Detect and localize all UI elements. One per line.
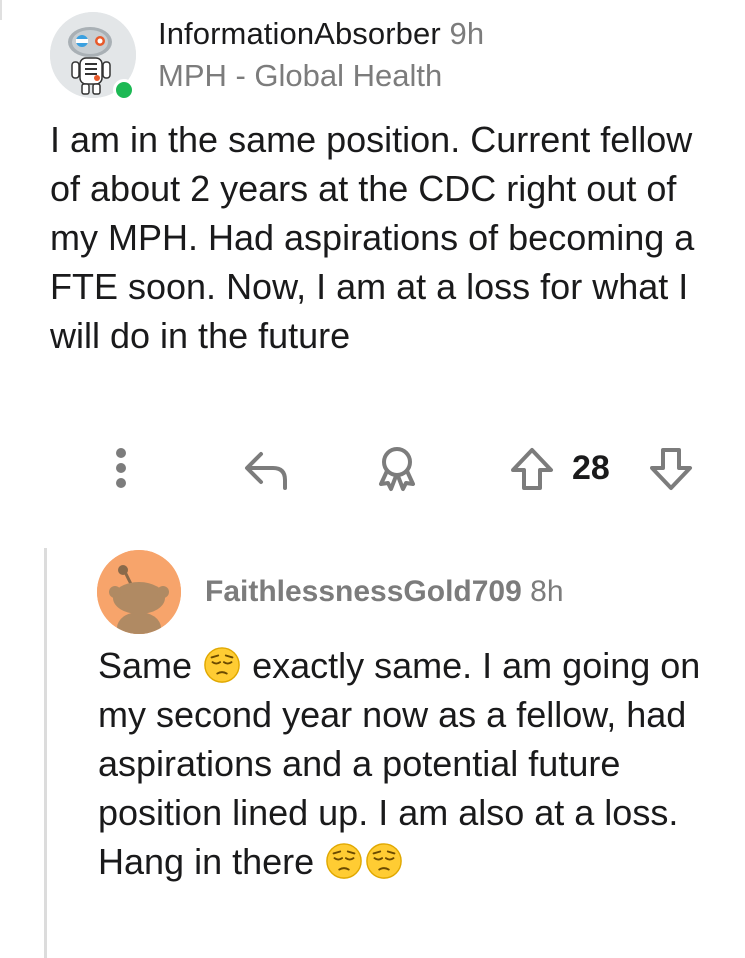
upvote-button[interactable] bbox=[507, 446, 557, 492]
comment-body: I am in the same position. Current fello… bbox=[50, 119, 695, 356]
comment-author-line: InformationAbsorber 9h bbox=[158, 16, 484, 52]
comment-time: 9h bbox=[449, 16, 485, 51]
comment-author[interactable]: InformationAbsorber bbox=[158, 16, 441, 51]
award-button[interactable] bbox=[372, 444, 422, 492]
downvote-button[interactable] bbox=[646, 446, 696, 492]
downvote-arrow-icon bbox=[650, 448, 692, 490]
snoo-avatar-icon bbox=[97, 550, 181, 634]
award-icon bbox=[379, 447, 415, 491]
comment-thread: InformationAbsorber 9h MPH - Global Heal… bbox=[0, 0, 745, 958]
online-status-dot bbox=[113, 79, 135, 101]
pensive-face-emoji-icon bbox=[366, 843, 402, 879]
more-options-button[interactable] bbox=[103, 445, 139, 491]
avatar[interactable] bbox=[97, 550, 181, 634]
reply-author[interactable]: FaithlessnessGold709 bbox=[205, 575, 522, 608]
reply-icon bbox=[245, 452, 287, 490]
reply-button[interactable] bbox=[240, 447, 290, 491]
more-vertical-icon bbox=[116, 448, 126, 488]
upvote-arrow-icon bbox=[511, 448, 553, 490]
pensive-face-emoji-icon bbox=[204, 647, 240, 683]
vote-score: 28 bbox=[572, 449, 610, 487]
thread-line[interactable] bbox=[0, 0, 2, 20]
thread-line[interactable] bbox=[44, 548, 47, 958]
pensive-face-emoji-icon bbox=[326, 843, 362, 879]
reply-author-line: FaithlessnessGold709 8h bbox=[205, 575, 564, 609]
reply-time: 8h bbox=[530, 575, 564, 608]
reply-body: Same exactly same. I am going on my seco… bbox=[98, 641, 718, 886]
reply-text-part: Same bbox=[98, 645, 193, 686]
user-flair: MPH - Global Health bbox=[158, 58, 443, 93]
